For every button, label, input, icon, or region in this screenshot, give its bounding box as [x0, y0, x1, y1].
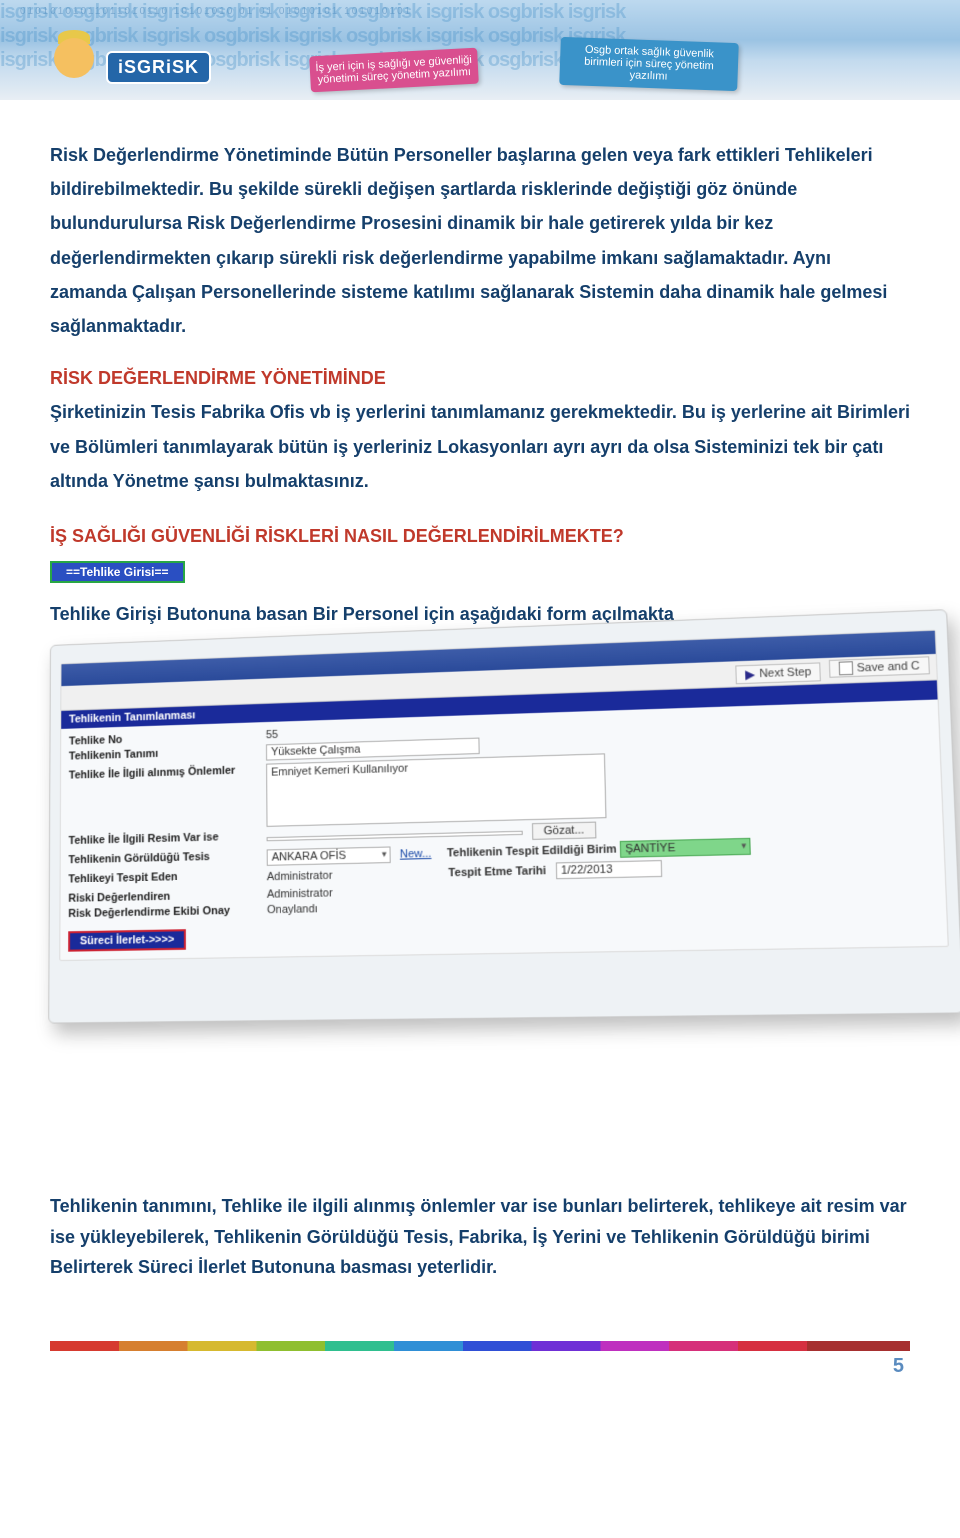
section-question-heading: İŞ SAĞLIĞI GÜVENLİĞİ RİSKLERİ NASIL DEĞE…	[50, 526, 910, 547]
main-content: Risk Değerlendirme Yönetiminde Bütün Per…	[0, 100, 960, 1311]
input-tarih[interactable]: 1/22/2013	[555, 860, 661, 879]
document-page: 01010101011011010110 10101010 01 01 0101…	[0, 0, 960, 1418]
sureci-ilerlet-button[interactable]: Süreci İlerlet->>>>	[68, 929, 186, 952]
closing-paragraph: Tehlikenin tanımını, Tehlike ile ilgili …	[50, 1191, 910, 1283]
form-body: Tehlike No 55 Tehlikenin Tanımı Yüksekte…	[60, 700, 947, 961]
paragraph-2-block: RİSK DEĞERLENDİRME YÖNETİMİNDE Şirketini…	[50, 361, 910, 498]
save-button[interactable]: Save and C	[828, 656, 930, 678]
page-number: 5	[0, 1355, 960, 1378]
next-step-button[interactable]: ▶ Next Step	[735, 662, 821, 684]
label-tesis: Tehlikenin Görüldüğü Tesis	[68, 850, 266, 867]
paragraph-2-text: Şirketinizin Tesis Fabrika Ofis vb iş ye…	[50, 402, 910, 490]
label-resim: Tehlike İle İlgili Resim Var ise	[69, 830, 267, 847]
label-degerlendiren: Riski Değerlendiren	[68, 889, 267, 905]
save-checkbox-icon	[838, 661, 853, 675]
footer-color-bar	[50, 1341, 910, 1351]
label-tehlike-tanimi: Tehlikenin Tanımı	[69, 744, 266, 762]
form-screenshot-wrap: ▶ Next Step Save and C Tehlikenin Tanıml…	[50, 645, 910, 1021]
textarea-onlemler[interactable]: Emniyet Kemeri Kullanılıyor	[266, 753, 606, 827]
next-icon: ▶	[745, 667, 755, 682]
banner-brand-pattern: isgrisk osgbrisk isgrisk osgbrisk isgris…	[0, 0, 960, 100]
label-ekip-onay: Risk Değerlendirme Ekibi Onay	[68, 904, 267, 920]
blue-slogan-bubble: Osgb ortak sağlık güvenlik birimleri içi…	[559, 37, 739, 91]
dropdown-tesis[interactable]: ANKARA OFİS	[267, 847, 391, 866]
input-file-path[interactable]	[267, 831, 523, 841]
form-screenshot: ▶ Next Step Save and C Tehlikenin Tanıml…	[48, 609, 960, 1024]
inline-red-heading: RİSK DEĞERLENDİRME YÖNETİMİNDE	[50, 368, 386, 388]
label-onlemler: Tehlike İle İlgili alınmış Önlemler	[69, 764, 266, 782]
tehlike-giris-button[interactable]: ==Tehlike Girisi==	[50, 561, 185, 583]
dropdown-birim[interactable]: ŞANTİYE	[620, 838, 751, 858]
new-tesis-link[interactable]: New...	[400, 848, 432, 861]
browse-button[interactable]: Gözat...	[532, 822, 596, 840]
label-tespit-eden: Tehlikeyi Tespit Eden	[68, 869, 266, 886]
value-tespit-eden: Administrator	[267, 870, 333, 884]
label-tarih: Tespit Etme Tarihi	[448, 865, 546, 880]
header-banner: 01010101011011010110 10101010 01 01 0101…	[0, 0, 960, 100]
mascot-illustration	[50, 30, 98, 82]
paragraph-1: Risk Değerlendirme Yönetiminde Bütün Per…	[50, 138, 910, 343]
label-birim: Tehlikenin Tespit Edildiği Birim	[447, 843, 617, 860]
brand-logo: iSGRiSK	[106, 51, 211, 84]
